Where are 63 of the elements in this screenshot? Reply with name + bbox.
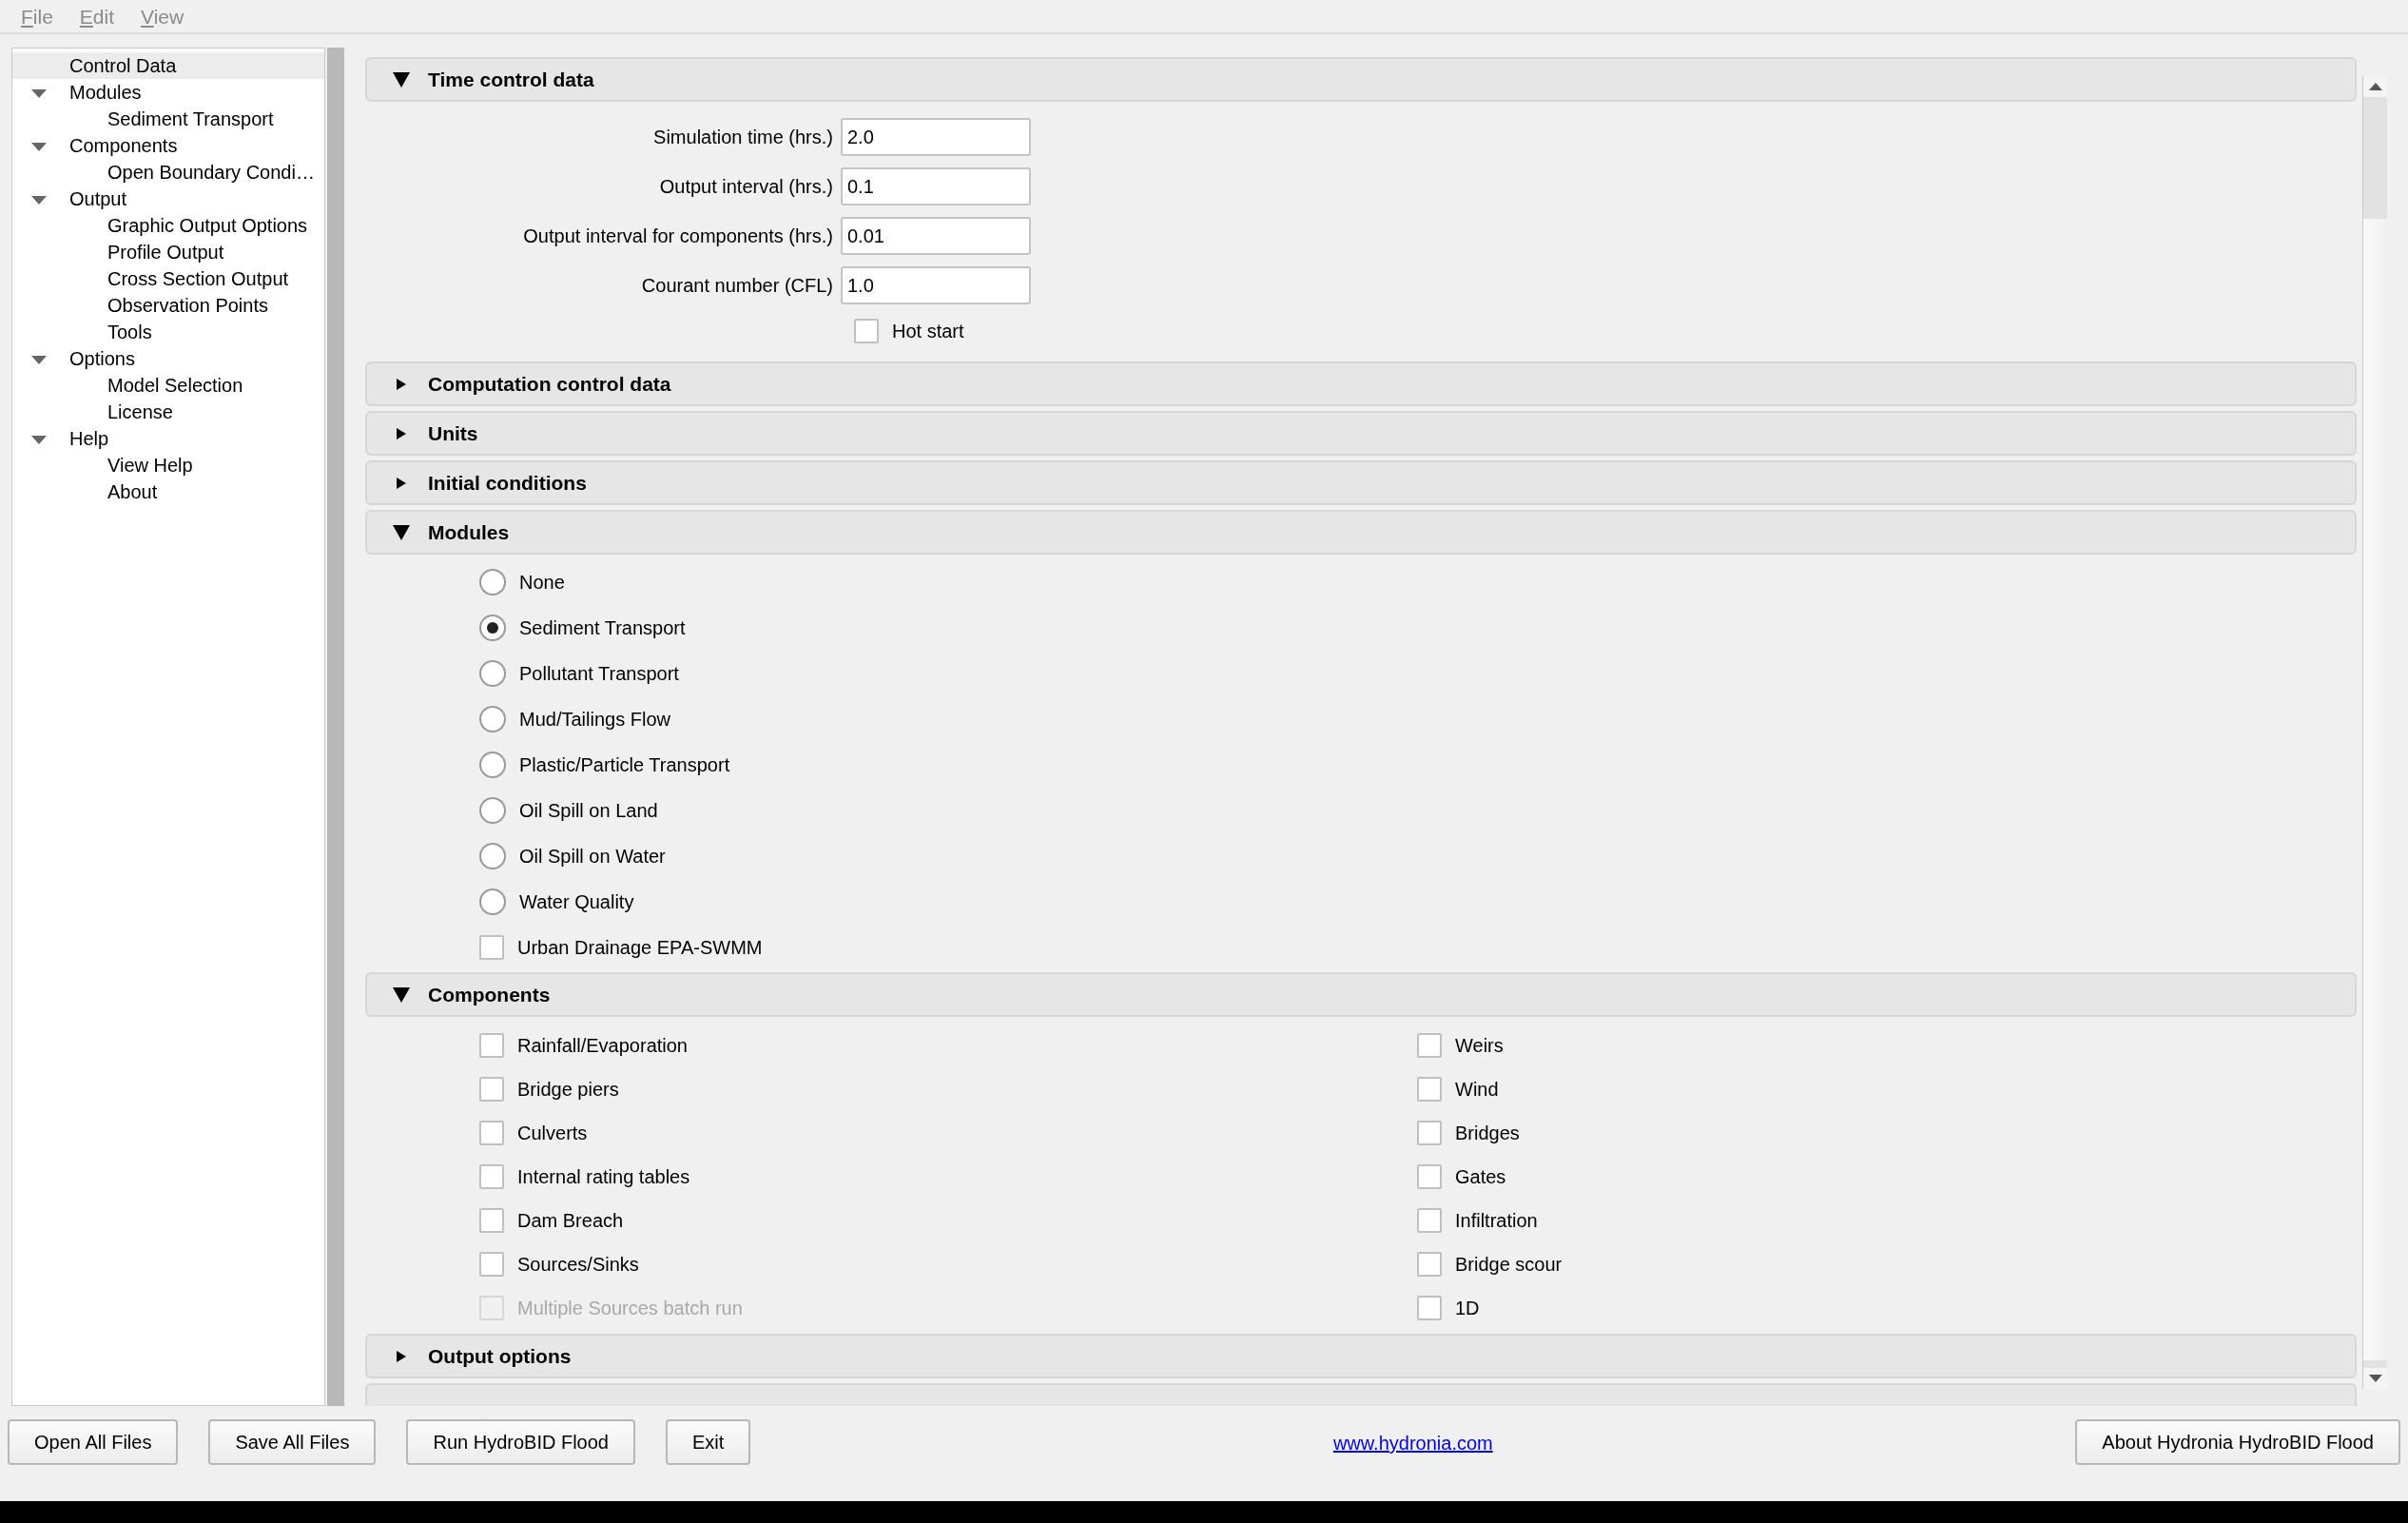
checkbox-label: 1D [1455, 1297, 1480, 1320]
action-button[interactable]: Run HydroBID Flood [406, 1419, 635, 1465]
website-link[interactable]: www.hydronia.com [1332, 1429, 1493, 1457]
checkbox-label: Urban Drainage EPA-SWMM [517, 936, 763, 960]
checkbox-label: Bridges [1455, 1122, 1520, 1145]
field-label: Simulation time (hrs.) [652, 126, 834, 149]
radio-label: Mud/Tailings Flow [519, 708, 670, 732]
checkbox-label: Internal rating tables [517, 1165, 690, 1189]
radio-label: Sediment Transport [519, 616, 686, 640]
section-header[interactable]: Time control data [365, 57, 2357, 102]
radio-label: Water Quality [519, 890, 634, 914]
field-label: Output interval (hrs.) [658, 175, 834, 199]
selected-row[interactable]: Control Data [12, 52, 324, 79]
tree-item[interactable]: Open Boundary Condi… [107, 159, 315, 185]
checkbox-label: Culverts [517, 1122, 588, 1145]
tree-item[interactable]: Graphic Output Options [107, 212, 308, 239]
checkbox-label: Gates [1455, 1165, 1506, 1189]
action-button[interactable]: Exit [666, 1419, 751, 1465]
tree-item[interactable]: Sediment Transport [107, 106, 274, 132]
checkbox-label: Sources/Sinks [517, 1253, 639, 1277]
tree-item[interactable]: Components [69, 132, 178, 159]
tree-item[interactable]: Tools [107, 319, 152, 345]
input-field[interactable]: 2.0 [841, 118, 1031, 156]
checkbox-label: Bridge scour [1455, 1253, 1563, 1277]
checkbox-label: Weirs [1455, 1034, 1504, 1058]
tree-item[interactable]: Cross Section Output [107, 265, 289, 292]
radio-label: Oil Spill on Land [519, 799, 658, 823]
input-field[interactable]: 0.01 [841, 217, 1031, 255]
section-header[interactable]: Computation control data [365, 361, 2357, 406]
checkbox-label: Bridge piers [517, 1078, 619, 1102]
input-field[interactable]: 1.0 [841, 266, 1031, 304]
section-header[interactable]: Components [365, 972, 2357, 1017]
checkbox-label: Multiple Sources batch run [517, 1297, 743, 1320]
field-label: Output interval for components (hrs.) [522, 225, 834, 248]
section-header[interactable]: Units [365, 411, 2357, 456]
tree-item[interactable]: Observation Points [107, 292, 268, 319]
action-button[interactable]: Save All Files [208, 1419, 377, 1465]
about-button[interactable]: About Hydronia HydroBID Flood [2075, 1419, 2400, 1465]
input-field[interactable]: 0.1 [841, 167, 1031, 205]
section-header[interactable]: Modules [365, 510, 2357, 555]
checkbox-label: Dam Breach [517, 1209, 624, 1233]
tree-item[interactable]: Options [69, 345, 135, 372]
radio-label: Plastic/Particle Transport [519, 753, 730, 777]
checkbox-label: Rainfall/Evaporation [517, 1034, 688, 1058]
tree-item[interactable]: View Help [107, 452, 193, 478]
radio-label: None [519, 571, 565, 595]
checkbox-label: Hot start [892, 320, 964, 343]
tree-item[interactable]: About [107, 478, 158, 505]
section-header[interactable]: Initial conditions [365, 460, 2357, 505]
section-header[interactable]: Output options [365, 1334, 2357, 1378]
tree-item[interactable]: Profile Output [107, 239, 224, 265]
tree-item[interactable]: Modules [69, 79, 142, 106]
field-label: Courant number (CFL) [640, 274, 834, 298]
radio-label: Pollutant Transport [519, 662, 679, 686]
radio-label: Oil Spill on Water [519, 845, 666, 869]
tree-item[interactable]: Model Selection [107, 372, 243, 399]
checkbox-label: Infiltration [1455, 1209, 1538, 1233]
tree-item[interactable]: Output [69, 185, 127, 212]
checkbox-label: Wind [1455, 1078, 1499, 1102]
tree-item[interactable]: Control Data [69, 52, 177, 79]
tree-item[interactable]: Help [69, 425, 109, 452]
action-button[interactable]: Open All Files [8, 1419, 179, 1465]
tree-item[interactable]: License [107, 399, 173, 425]
